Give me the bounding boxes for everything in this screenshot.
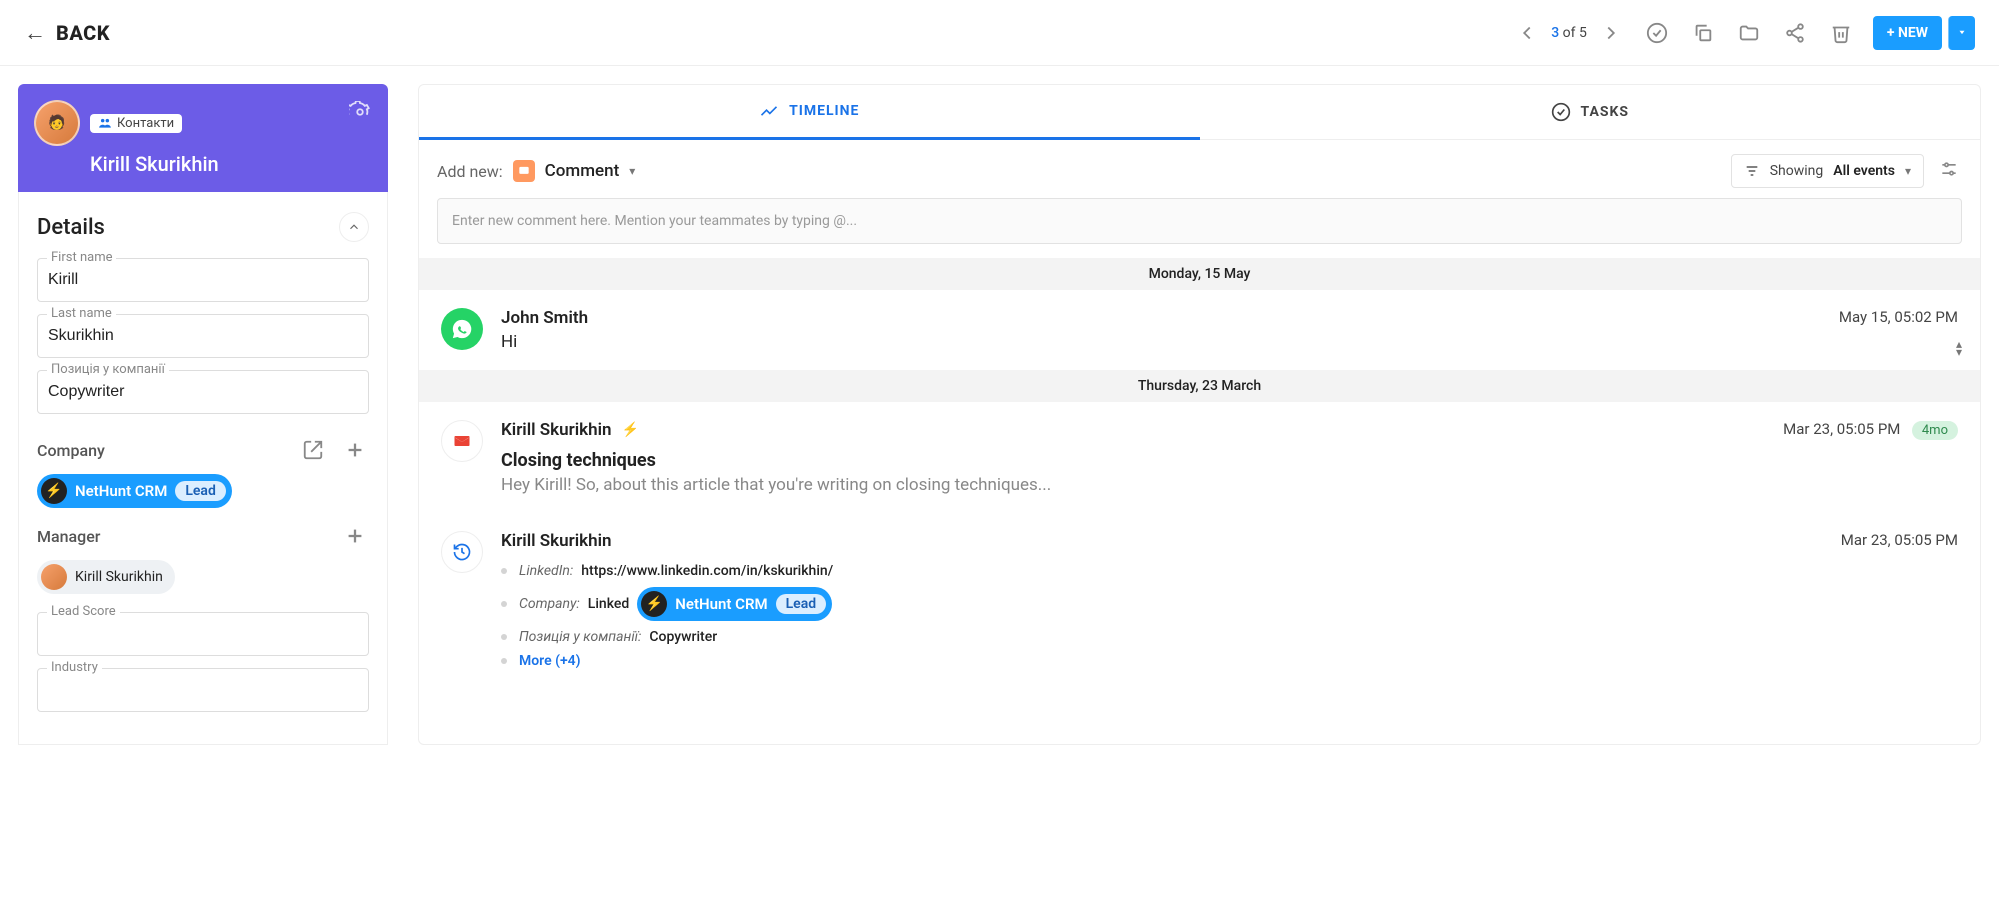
pager-total: 5 — [1579, 25, 1587, 41]
share-icon[interactable] — [1781, 19, 1809, 47]
tab-timeline[interactable]: TIMELINE — [419, 85, 1200, 140]
arrow-left-icon: ← — [24, 20, 46, 46]
delete-icon[interactable] — [1827, 19, 1855, 47]
move-folder-icon[interactable] — [1735, 19, 1763, 47]
event-author: Kirill Skurikhin — [501, 531, 612, 551]
addnew-comment-button[interactable]: Comment — [545, 161, 620, 181]
timeline-event-whatsapp[interactable]: John Smith Hi May 15, 05:02 PM ▴▾ — [419, 290, 1980, 370]
add-manager-icon[interactable] — [341, 522, 369, 550]
folder-chip-label: Контакти — [117, 116, 174, 131]
addnew-dropdown-icon[interactable]: ▾ — [629, 164, 635, 178]
mark-done-icon[interactable] — [1643, 19, 1671, 47]
company-chip-name: NetHunt CRM — [675, 595, 767, 613]
contact-avatar: 🧑 — [34, 100, 80, 146]
history-icon — [441, 531, 483, 573]
change-row-more[interactable]: More (+4) — [501, 649, 1823, 673]
change-key: LinkedIn: — [519, 563, 573, 579]
tab-tasks-label: TASKS — [1581, 104, 1630, 120]
pager-current: 3 — [1551, 25, 1559, 41]
change-value: Copywriter — [649, 629, 717, 645]
event-time: Mar 23, 05:05 PM — [1841, 531, 1958, 549]
bolt-icon: ⚡ — [622, 422, 639, 438]
email-icon — [441, 420, 483, 462]
event-body-text: Hi — [501, 332, 1821, 352]
back-label: BACK — [56, 21, 110, 45]
record-pager: 3 of 5 — [1513, 19, 1625, 47]
email-snippet: Hey Kirill! So, about this article that … — [501, 475, 1765, 495]
date-divider: Thursday, 23 March — [419, 370, 1980, 402]
open-company-icon[interactable] — [299, 436, 327, 464]
industry-label: Industry — [47, 660, 102, 675]
email-subject: Closing techniques — [501, 450, 1765, 471]
new-button-dropdown[interactable] — [1948, 16, 1975, 50]
tab-tasks[interactable]: TASKS — [1200, 85, 1981, 139]
details-title: Details — [37, 215, 105, 240]
new-button[interactable]: + NEW — [1873, 16, 1942, 50]
event-author: John Smith — [501, 308, 588, 328]
timeline-event-email[interactable]: Kirill Skurikhin ⚡ Closing techniques He… — [419, 402, 1980, 513]
contact-card-header: 🧑 Контакти Kirill Skurikhin — [18, 84, 388, 192]
event-author: Kirill Skurikhin — [501, 420, 612, 440]
pager-of-label: of — [1563, 25, 1576, 41]
change-key: Company: — [519, 596, 580, 612]
timeline-icon — [759, 101, 779, 121]
company-chip-inline[interactable]: ⚡ NetHunt CRM Lead — [637, 587, 832, 621]
company-logo-icon: ⚡ — [641, 591, 667, 617]
last-name-label: Last name — [47, 306, 116, 321]
manager-section-title: Manager — [37, 527, 100, 546]
chevron-down-icon: ▾ — [1905, 164, 1911, 178]
collapse-details-button[interactable] — [339, 212, 369, 242]
comment-icon — [513, 160, 535, 182]
filter-showing-label: Showing — [1770, 163, 1824, 179]
manager-chip-name: Kirill Skurikhin — [75, 569, 163, 585]
pager-prev-button[interactable] — [1513, 19, 1541, 47]
company-logo-icon: ⚡ — [41, 478, 67, 504]
change-row: Company: Linked ⚡ NetHunt CRM Lead — [501, 583, 1823, 625]
event-time: Mar 23, 05:05 PM — [1783, 420, 1900, 438]
tab-timeline-label: TIMELINE — [789, 103, 859, 119]
event-time: May 15, 05:02 PM — [1839, 308, 1958, 326]
timeline-event-history[interactable]: Kirill Skurikhin LinkedIn: https://www.l… — [419, 513, 1980, 691]
company-stage-pill: Lead — [776, 594, 827, 614]
company-chip[interactable]: ⚡ NetHunt CRM Lead — [37, 474, 232, 508]
more-link[interactable]: More (+4) — [519, 653, 581, 669]
change-key: Позиція у компанії: — [519, 629, 641, 645]
change-row: Позиція у компанії: Copywriter — [501, 625, 1823, 649]
manager-avatar — [41, 564, 67, 590]
change-value: Linked — [588, 596, 629, 612]
add-company-icon[interactable] — [341, 436, 369, 464]
folder-chip[interactable]: Контакти — [90, 114, 182, 133]
timeline-filter[interactable]: Showing All events ▾ — [1731, 154, 1924, 188]
pager-next-button[interactable] — [1597, 19, 1625, 47]
whatsapp-icon — [441, 308, 483, 350]
back-button[interactable]: ← BACK — [24, 20, 110, 46]
contact-name: Kirill Skurikhin — [90, 152, 372, 176]
first-name-label: First name — [47, 250, 116, 265]
timeline-settings-icon[interactable] — [1936, 159, 1962, 183]
age-badge: 4mo — [1912, 421, 1958, 440]
company-section-title: Company — [37, 441, 105, 460]
addnew-prefix: Add new: — [437, 162, 503, 181]
company-stage-pill: Lead — [175, 481, 226, 501]
lead-score-label: Lead Score — [47, 604, 120, 619]
manager-chip[interactable]: Kirill Skurikhin — [37, 560, 175, 594]
comment-input[interactable]: Enter new comment here. Mention your tea… — [437, 198, 1962, 244]
date-divider: Monday, 15 May — [419, 258, 1980, 290]
new-button-label: + NEW — [1887, 25, 1928, 41]
expand-toggle-icon[interactable]: ▴▾ — [1956, 340, 1962, 356]
gear-icon[interactable] — [346, 98, 374, 126]
change-value: https://www.linkedin.com/in/kskurikhin/ — [581, 563, 833, 579]
position-label: Позиція у компанії — [47, 362, 169, 377]
company-chip-name: NetHunt CRM — [75, 482, 167, 500]
copy-icon[interactable] — [1689, 19, 1717, 47]
change-row: LinkedIn: https://www.linkedin.com/in/ks… — [501, 559, 1823, 583]
filter-value: All events — [1833, 163, 1895, 179]
tasks-icon — [1551, 102, 1571, 122]
